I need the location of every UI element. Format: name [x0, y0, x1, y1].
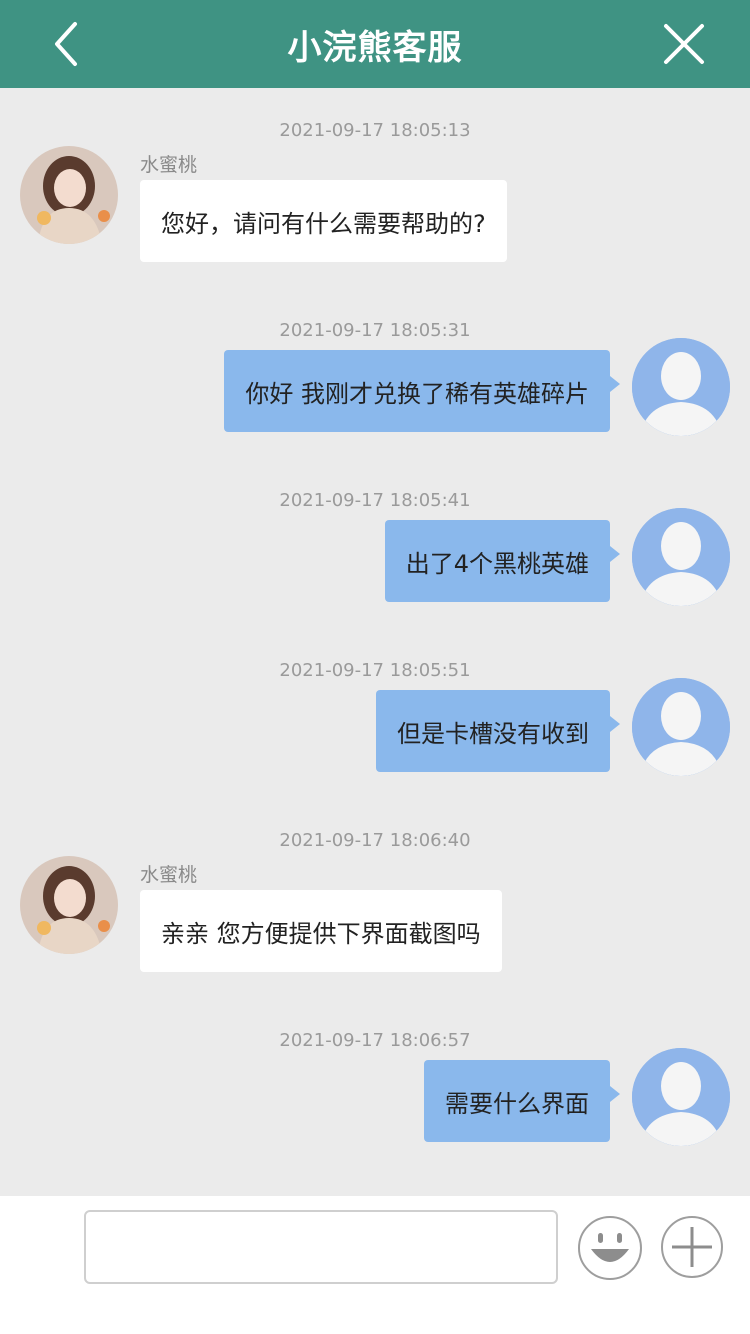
- message-timestamp: 2021-09-17 18:05:51: [279, 660, 471, 681]
- chat-area[interactable]: 2021-09-17 18:05:13 水蜜桃 您好，请问有什么需要帮助的? 2…: [0, 88, 750, 1196]
- message-input[interactable]: [84, 1210, 558, 1284]
- sender-name: 水蜜桃: [140, 154, 198, 176]
- chevron-left-icon: [55, 22, 77, 66]
- page-title: 小浣熊客服: [287, 27, 463, 68]
- smiley-icon: [578, 1216, 642, 1280]
- more-options-button[interactable]: [660, 1215, 724, 1279]
- agent-avatar-photo: [20, 856, 118, 954]
- agent-avatar[interactable]: [20, 856, 118, 954]
- header-bar: 小浣熊客服: [0, 0, 750, 88]
- back-button[interactable]: [40, 18, 92, 70]
- plus-icon: [661, 1216, 723, 1278]
- emoji-button[interactable]: [577, 1215, 643, 1281]
- default-user-avatar: [632, 678, 730, 776]
- user-avatar[interactable]: [632, 338, 730, 436]
- agent-avatar-photo: [20, 146, 118, 244]
- user-message-bubble[interactable]: 你好 我刚才兑换了稀有英雄碎片: [224, 350, 620, 432]
- default-user-avatar: [632, 508, 730, 606]
- user-avatar[interactable]: [632, 1048, 730, 1146]
- user-avatar[interactable]: [632, 508, 730, 606]
- message-timestamp: 2021-09-17 18:05:13: [279, 120, 471, 141]
- message-timestamp: 2021-09-17 18:05:31: [279, 320, 471, 341]
- agent-message-bubble[interactable]: 您好，请问有什么需要帮助的?: [140, 180, 507, 262]
- default-user-avatar: [632, 338, 730, 436]
- user-avatar[interactable]: [632, 678, 730, 776]
- message-timestamp: 2021-09-17 18:06:57: [279, 1030, 471, 1051]
- input-bar: [0, 1196, 750, 1334]
- agent-message-bubble[interactable]: 亲亲 您方便提供下界面截图吗: [140, 890, 502, 972]
- sender-name: 水蜜桃: [140, 864, 198, 886]
- user-message-bubble[interactable]: 需要什么界面: [424, 1060, 620, 1142]
- message-timestamp: 2021-09-17 18:06:40: [279, 830, 471, 851]
- user-message-bubble[interactable]: 但是卡槽没有收到: [376, 690, 620, 772]
- default-user-avatar: [632, 1048, 730, 1146]
- close-button[interactable]: [658, 18, 710, 70]
- user-message-bubble[interactable]: 出了4个黑桃英雄: [384, 520, 621, 602]
- close-icon: [664, 24, 704, 64]
- agent-avatar[interactable]: [20, 146, 118, 244]
- message-timestamp: 2021-09-17 18:05:41: [279, 490, 471, 511]
